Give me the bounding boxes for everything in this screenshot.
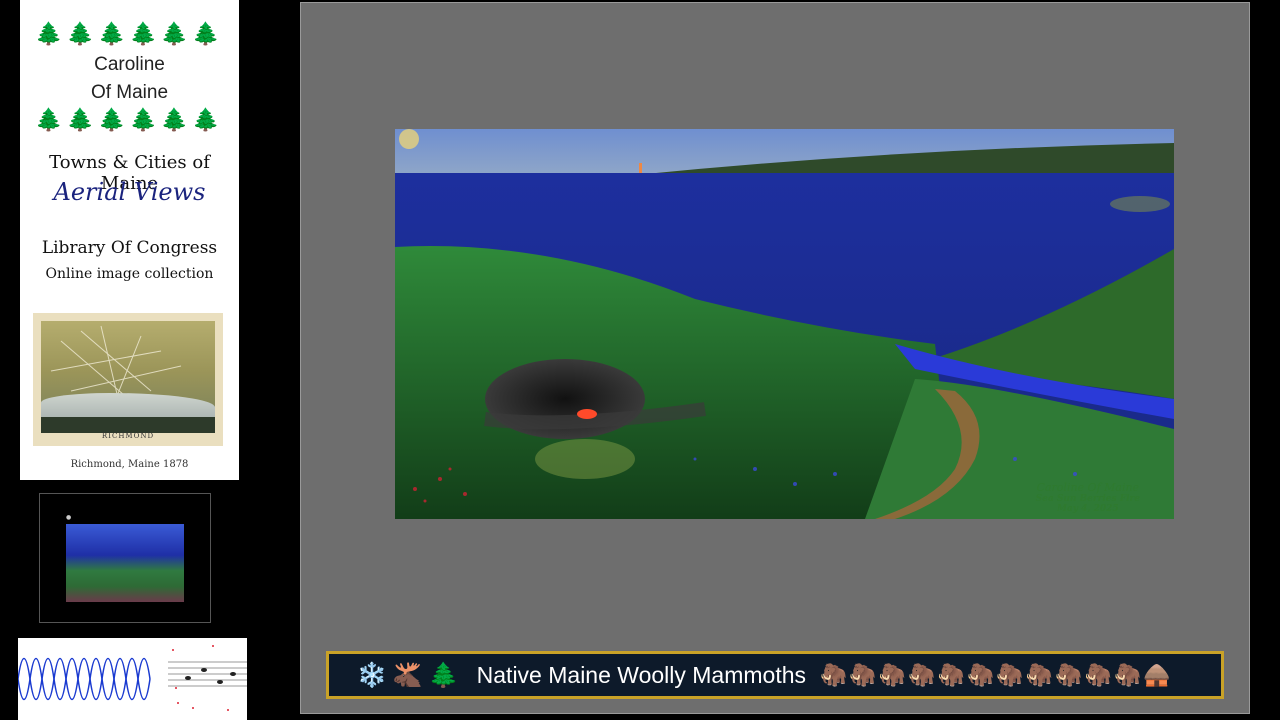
artwork-title: Sea Sun Berries Fire — [1035, 494, 1140, 504]
sidebar-card[interactable]: 🌲🌲🌲🌲🌲🌲 Caroline Of Maine 🌲🌲🌲🌲🌲🌲 Towns & … — [20, 0, 239, 480]
preview-indicator-icon: ● — [66, 514, 72, 521]
richmond-map-thumbnail[interactable]: RICHMOND — [33, 313, 223, 446]
main-viewer: Caroline Of Maine Sea Sun Berries Fire M… — [300, 2, 1250, 714]
online-collection-subtitle: Online image collection — [45, 266, 214, 282]
map-caption: Richmond, Maine 1878 — [70, 459, 189, 470]
artwork-preview-thumbnail[interactable]: ● — [39, 493, 211, 623]
artwork-image[interactable]: Caroline Of Maine Sea Sun Berries Fire M… — [395, 129, 1174, 519]
tree-icons-top: 🌲🌲🌲🌲🌲🌲 — [35, 22, 224, 47]
music-thumbnail[interactable] — [18, 638, 247, 720]
artwork-date: May 4, 2025 — [1056, 504, 1119, 514]
snowflake-moose-tree-icons: ❄️🫎🌲 — [357, 661, 465, 689]
waveform-sheet-music-drawing — [18, 645, 247, 711]
ticker-text: Native Maine Woolly Mammoths — [476, 661, 807, 688]
aerial-views-title: Aerial Views — [53, 178, 206, 206]
mammoth-icons: 🦣🦣🦣🦣🦣🦣🦣🦣🦣🦣🦣🛖 — [820, 662, 1173, 688]
brand-name-line1: Caroline — [94, 54, 165, 75]
library-of-congress-title: Library Of Congress — [41, 238, 218, 258]
ticker-banner: ❄️🫎🌲 Native Maine Woolly Mammoths 🦣🦣🦣🦣🦣🦣… — [326, 651, 1224, 699]
tree-icons-bottom: 🌲🌲🌲🌲🌲🌲 — [35, 108, 224, 133]
preview-image — [66, 524, 184, 602]
artwork-painting — [395, 129, 1174, 519]
artwork-signature: Caroline Of Maine Sea Sun Berries Fire M… — [1036, 481, 1140, 514]
brand-name-line2: Of Maine — [90, 82, 169, 103]
artwork-artist: Caroline Of Maine — [1036, 481, 1140, 494]
map-label: RICHMOND — [101, 432, 155, 440]
